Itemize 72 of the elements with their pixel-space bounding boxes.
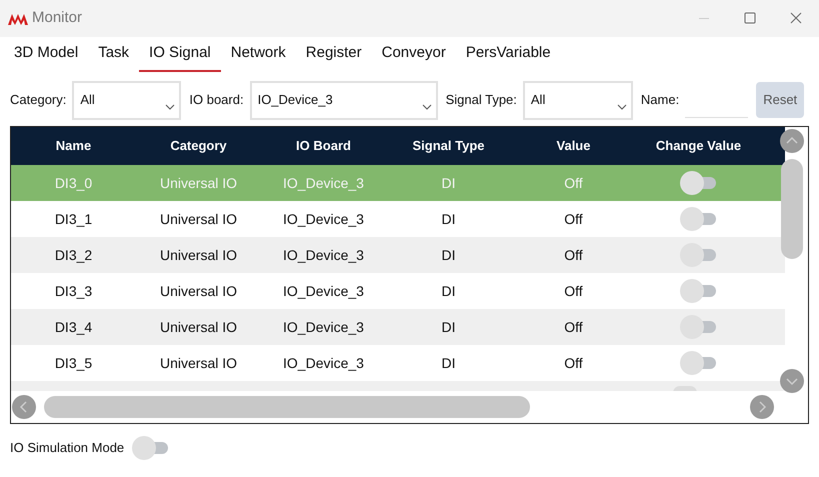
tab[interactable]: 3D Model bbox=[4, 37, 88, 72]
filter-label: Name: bbox=[640, 91, 680, 110]
table-cell-text: DI bbox=[442, 210, 456, 228]
toggle-switch[interactable] bbox=[680, 171, 718, 195]
chevron-down-icon bbox=[165, 104, 176, 110]
filter-label: Signal Type: bbox=[446, 91, 517, 110]
table-cell-text: Universal IO bbox=[160, 210, 238, 228]
chevron-down-icon bbox=[616, 104, 627, 110]
simulation-mode-label: IO Simulation Mode bbox=[10, 439, 124, 458]
tab[interactable]: Register bbox=[296, 37, 372, 72]
filter-label: Category: bbox=[10, 91, 66, 110]
table-cell-text: IO_Device_3 bbox=[283, 246, 364, 265]
tab[interactable]: PersVariable bbox=[456, 37, 561, 72]
tab[interactable]: IO Signal bbox=[139, 37, 221, 72]
table-cell-text: DI3_0 bbox=[54, 174, 92, 193]
column-header: Change Value bbox=[656, 137, 742, 156]
filter-label: IO board: bbox=[189, 91, 244, 110]
table-cell-text: DI3_2 bbox=[54, 246, 92, 265]
vertical-scrollbar-thumb[interactable] bbox=[781, 159, 803, 259]
table-cell-text: DI bbox=[442, 282, 456, 300]
table-cell-text: Universal IO bbox=[160, 246, 238, 264]
table-cell-text: IO_Device_3 bbox=[283, 282, 364, 301]
column-header: Signal Type bbox=[412, 137, 484, 156]
toggle-switch[interactable] bbox=[132, 436, 170, 460]
column-header: Category bbox=[170, 137, 227, 156]
table-cell-text: Off bbox=[564, 174, 583, 192]
table-cell-text: Off bbox=[564, 282, 583, 300]
tab[interactable]: Task bbox=[88, 37, 140, 72]
scroll-left-icon[interactable] bbox=[12, 395, 36, 419]
chevron-down-icon bbox=[422, 104, 432, 110]
category-dropdown[interactable]: All bbox=[72, 80, 182, 120]
table-cell-text: Off bbox=[564, 318, 583, 336]
table-cell-text: DI bbox=[442, 354, 456, 372]
table-cell-text: DI3_4 bbox=[54, 318, 92, 337]
table-cell-text: Off bbox=[564, 210, 583, 228]
column-header: IO Board bbox=[296, 137, 351, 156]
scroll-right-icon[interactable] bbox=[750, 395, 774, 419]
column-header: Name bbox=[56, 137, 92, 156]
toggle-switch[interactable] bbox=[680, 315, 718, 339]
table-cell-text: Off bbox=[564, 246, 583, 264]
table-row[interactable]: DI3_4 Universal IO IO_Device_3 DI Off bbox=[11, 309, 785, 345]
horizontal-scrollbar-thumb[interactable] bbox=[44, 396, 530, 418]
scroll-up-icon[interactable] bbox=[780, 129, 804, 153]
table-cell-text: Off bbox=[564, 354, 583, 372]
table-cell-text: DI bbox=[442, 318, 456, 336]
toggle-switch[interactable] bbox=[680, 351, 718, 375]
table-cell-text: IO_Device_3 bbox=[283, 174, 364, 193]
scroll-down-icon[interactable] bbox=[780, 369, 804, 393]
table-row[interactable]: DI3_2 Universal IO IO_Device_3 DI Off bbox=[11, 237, 785, 273]
io-board-dropdown[interactable]: IO_Device_3 bbox=[250, 80, 438, 120]
toggle-switch[interactable] bbox=[680, 279, 718, 303]
reset-button[interactable]: Reset bbox=[756, 82, 804, 118]
table-cell-text: IO_Device_3 bbox=[283, 210, 364, 229]
table-cell-text: IO_Device_3 bbox=[283, 354, 364, 373]
tab[interactable]: Network bbox=[220, 37, 296, 72]
toggle-switch[interactable] bbox=[680, 207, 718, 231]
table-cell-text: IO_Device_3 bbox=[283, 318, 364, 337]
table-cell-text: Universal IO bbox=[160, 318, 238, 336]
table-cell-text: DI3_5 bbox=[54, 354, 92, 373]
toggle-switch[interactable] bbox=[680, 243, 718, 267]
table-cell-text: DI3_3 bbox=[54, 282, 92, 301]
table-cell-text: Universal IO bbox=[160, 282, 238, 300]
window-title: Monitor bbox=[32, 8, 82, 28]
table-cell-text: DI3_1 bbox=[54, 210, 92, 229]
table-cell-text: DI bbox=[442, 246, 456, 264]
column-header: Value bbox=[556, 137, 590, 156]
tab[interactable]: Conveyor bbox=[372, 37, 456, 72]
table-cell-text: Universal IO bbox=[160, 174, 238, 192]
table-cell-text: Universal IO bbox=[160, 354, 238, 372]
table-cell-text: DI bbox=[442, 174, 456, 192]
signal-type-dropdown[interactable]: All bbox=[522, 80, 633, 120]
logo-icon bbox=[8, 12, 28, 26]
